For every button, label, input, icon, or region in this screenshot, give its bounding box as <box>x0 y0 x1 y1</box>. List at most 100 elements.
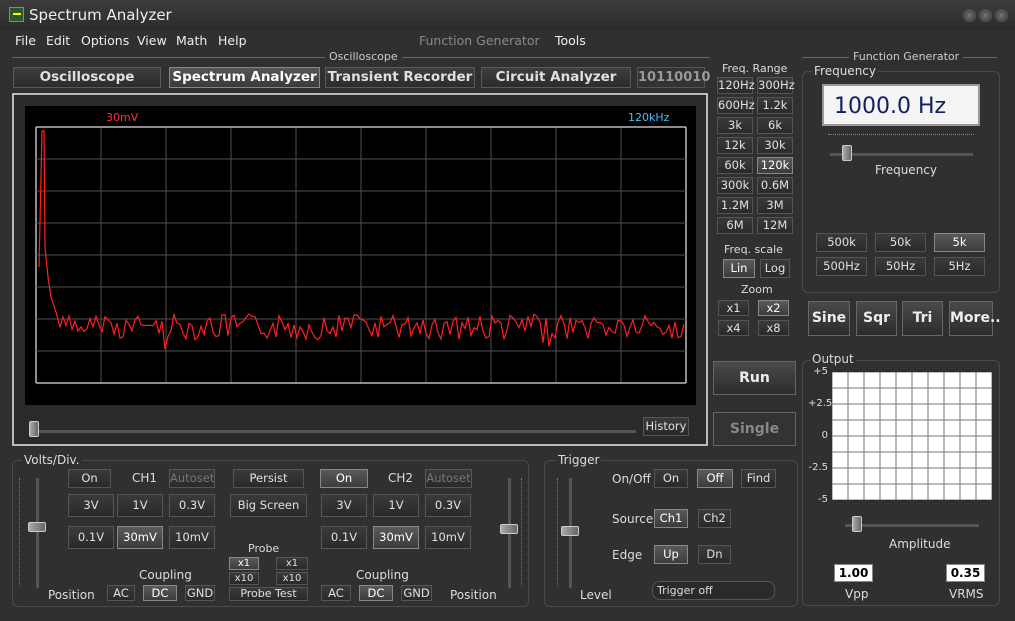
tab-spectrum-analyzer[interactable]: Spectrum Analyzer <box>169 67 320 88</box>
tab-transient-recorder[interactable]: Transient Recorder <box>325 67 475 88</box>
ch1-volts-3v-button[interactable]: 3V <box>68 494 114 517</box>
ch1-ac-button[interactable]: AC <box>107 585 135 601</box>
freq-range-button-120k[interactable]: 120k <box>757 157 793 174</box>
ch2-dc-button[interactable]: DC <box>359 585 393 601</box>
menu-help[interactable]: Help <box>218 33 247 48</box>
ch2-autoset-button[interactable]: Autoset <box>425 469 472 488</box>
zoom-x2-button[interactable]: x2 <box>758 300 789 316</box>
tab-digital[interactable]: 10110010 <box>637 67 710 88</box>
zoom-x4-button[interactable]: x4 <box>718 320 749 336</box>
trigger-on-button[interactable]: On <box>654 469 688 488</box>
freq-range-button-1-2k[interactable]: 1.2k <box>757 97 793 114</box>
ch1-dc-button[interactable]: DC <box>143 585 177 601</box>
trigger-level-thumb[interactable] <box>561 526 579 536</box>
ch1-volts-1v-button[interactable]: 1V <box>117 494 163 517</box>
freq-range-button-300hz[interactable]: 300Hz <box>757 77 795 94</box>
trigger-source-ch1-button[interactable]: Ch1 <box>654 509 688 528</box>
freq-range-button-1-2m[interactable]: 1.2M <box>717 197 753 214</box>
ch2-probe-x1-button[interactable]: x1 <box>276 557 308 570</box>
freq-scale-log-button[interactable]: Log <box>760 259 790 278</box>
freq-range-button-3k[interactable]: 3k <box>717 117 753 134</box>
frequency-ticks <box>828 134 974 135</box>
history-slider-thumb[interactable] <box>29 421 39 437</box>
ch2-volts-1v-button[interactable]: 1V <box>373 494 419 517</box>
ch1-volts-0-1v-button[interactable]: 0.1V <box>68 526 114 549</box>
trigger-off-button[interactable]: Off <box>697 469 733 488</box>
persist-button[interactable]: Persist <box>233 469 304 488</box>
ch2-volts-3v-button[interactable]: 3V <box>321 494 367 517</box>
ch1-volts-30mv-button[interactable]: 30mV <box>117 526 163 549</box>
tab-oscilloscope[interactable]: Oscilloscope <box>13 67 161 88</box>
menu-tools[interactable]: Tools <box>555 33 586 48</box>
fg-range-button-50hz[interactable]: 50Hz <box>875 257 926 276</box>
fg-range-button-500k[interactable]: 500k <box>816 233 867 252</box>
close-icon[interactable] <box>995 9 1008 22</box>
zoom-x8-button[interactable]: x8 <box>758 320 789 336</box>
ch2-ac-button[interactable]: AC <box>321 585 351 601</box>
ch1-probe-x10-button[interactable]: x10 <box>229 572 259 585</box>
ch1-autoset-button[interactable]: Autoset <box>169 469 215 488</box>
big-screen-button[interactable]: Big Screen <box>230 494 307 517</box>
maximize-icon[interactable] <box>979 9 992 22</box>
ch2-volts-0-1v-button[interactable]: 0.1V <box>321 526 367 549</box>
amplitude-slider-track[interactable] <box>845 524 979 527</box>
menu-edit[interactable]: Edit <box>46 33 70 48</box>
ch2-on-button[interactable]: On <box>320 469 368 488</box>
frequency-slider-thumb[interactable] <box>842 145 852 161</box>
trigger-find-button[interactable]: Find <box>741 469 776 488</box>
minimize-icon[interactable] <box>963 9 976 22</box>
fg-range-button-500hz[interactable]: 500Hz <box>816 257 867 276</box>
single-button[interactable]: Single <box>713 412 796 446</box>
freq-scale-lin-button[interactable]: Lin <box>723 259 755 278</box>
menu-view[interactable]: View <box>137 33 167 48</box>
fg-range-button-5k[interactable]: 5k <box>934 233 985 252</box>
ch2-volts-10mv-button[interactable]: 10mV <box>425 526 471 549</box>
history-button[interactable]: History <box>643 417 689 436</box>
freq-range-button-6m[interactable]: 6M <box>717 217 753 234</box>
freq-range-button-0-6m[interactable]: 0.6M <box>757 177 793 194</box>
ch1-position-slider[interactable] <box>36 478 39 588</box>
freq-range-button-3m[interactable]: 3M <box>757 197 793 214</box>
ch1-volts-10mv-button[interactable]: 10mV <box>169 526 215 549</box>
vpp-value[interactable]: 1.00 <box>834 564 873 582</box>
output-y-tick: 0 <box>821 430 828 441</box>
fg-range-button-50k[interactable]: 50k <box>875 233 926 252</box>
trigger-edge-dn-button[interactable]: Dn <box>698 545 731 564</box>
trigger-edge-up-button[interactable]: Up <box>654 545 688 564</box>
freq-range-button-6k[interactable]: 6k <box>757 117 793 134</box>
ch2-volts-0-3v-button[interactable]: 0.3V <box>425 494 471 517</box>
run-button[interactable]: Run <box>713 361 796 395</box>
amplitude-slider-thumb[interactable] <box>852 516 862 532</box>
ch1-volts-0-3v-button[interactable]: 0.3V <box>169 494 215 517</box>
freq-range-button-60k[interactable]: 60k <box>717 157 753 174</box>
menu-function-generator[interactable]: Function Generator <box>419 33 540 48</box>
ch1-probe-x1-button[interactable]: x1 <box>229 557 259 570</box>
fg-range-button-5hz[interactable]: 5Hz <box>934 257 985 276</box>
zoom-x1-button[interactable]: x1 <box>718 300 749 316</box>
ch2-volts-30mv-button[interactable]: 30mV <box>373 526 419 549</box>
history-slider-track[interactable] <box>30 430 636 433</box>
menu-file[interactable]: File <box>15 33 36 48</box>
freq-range-button-12k[interactable]: 12k <box>717 137 753 154</box>
freq-range-button-120hz[interactable]: 120Hz <box>717 77 755 94</box>
freq-range-button-30k[interactable]: 30k <box>757 137 793 154</box>
freq-range-button-12m[interactable]: 12M <box>757 217 793 234</box>
trigger-source-ch2-button[interactable]: Ch2 <box>698 509 731 528</box>
ch2-gnd-button[interactable]: GND <box>401 585 432 601</box>
ch2-probe-x10-button[interactable]: x10 <box>276 572 308 585</box>
app-icon <box>9 7 24 22</box>
freq-range-button-600hz[interactable]: 600Hz <box>717 97 755 114</box>
ch1-gnd-button[interactable]: GND <box>185 585 215 601</box>
tab-circuit-analyzer[interactable]: Circuit Analyzer <box>481 67 631 88</box>
wave-more-button[interactable]: More.. <box>949 301 1001 336</box>
menu-options[interactable]: Options <box>81 33 129 48</box>
wave-sqr-button[interactable]: Sqr <box>856 301 897 336</box>
ch2-position-thumb[interactable] <box>500 524 518 534</box>
wave-sine-button[interactable]: Sine <box>808 301 850 336</box>
probe-test-button[interactable]: Probe Test <box>229 587 308 601</box>
wave-tri-button[interactable]: Tri <box>902 301 943 336</box>
ch1-on-button[interactable]: On <box>68 469 111 488</box>
freq-range-button-300k[interactable]: 300k <box>717 177 753 194</box>
menu-math[interactable]: Math <box>176 33 207 48</box>
ch1-position-thumb[interactable] <box>28 522 46 532</box>
